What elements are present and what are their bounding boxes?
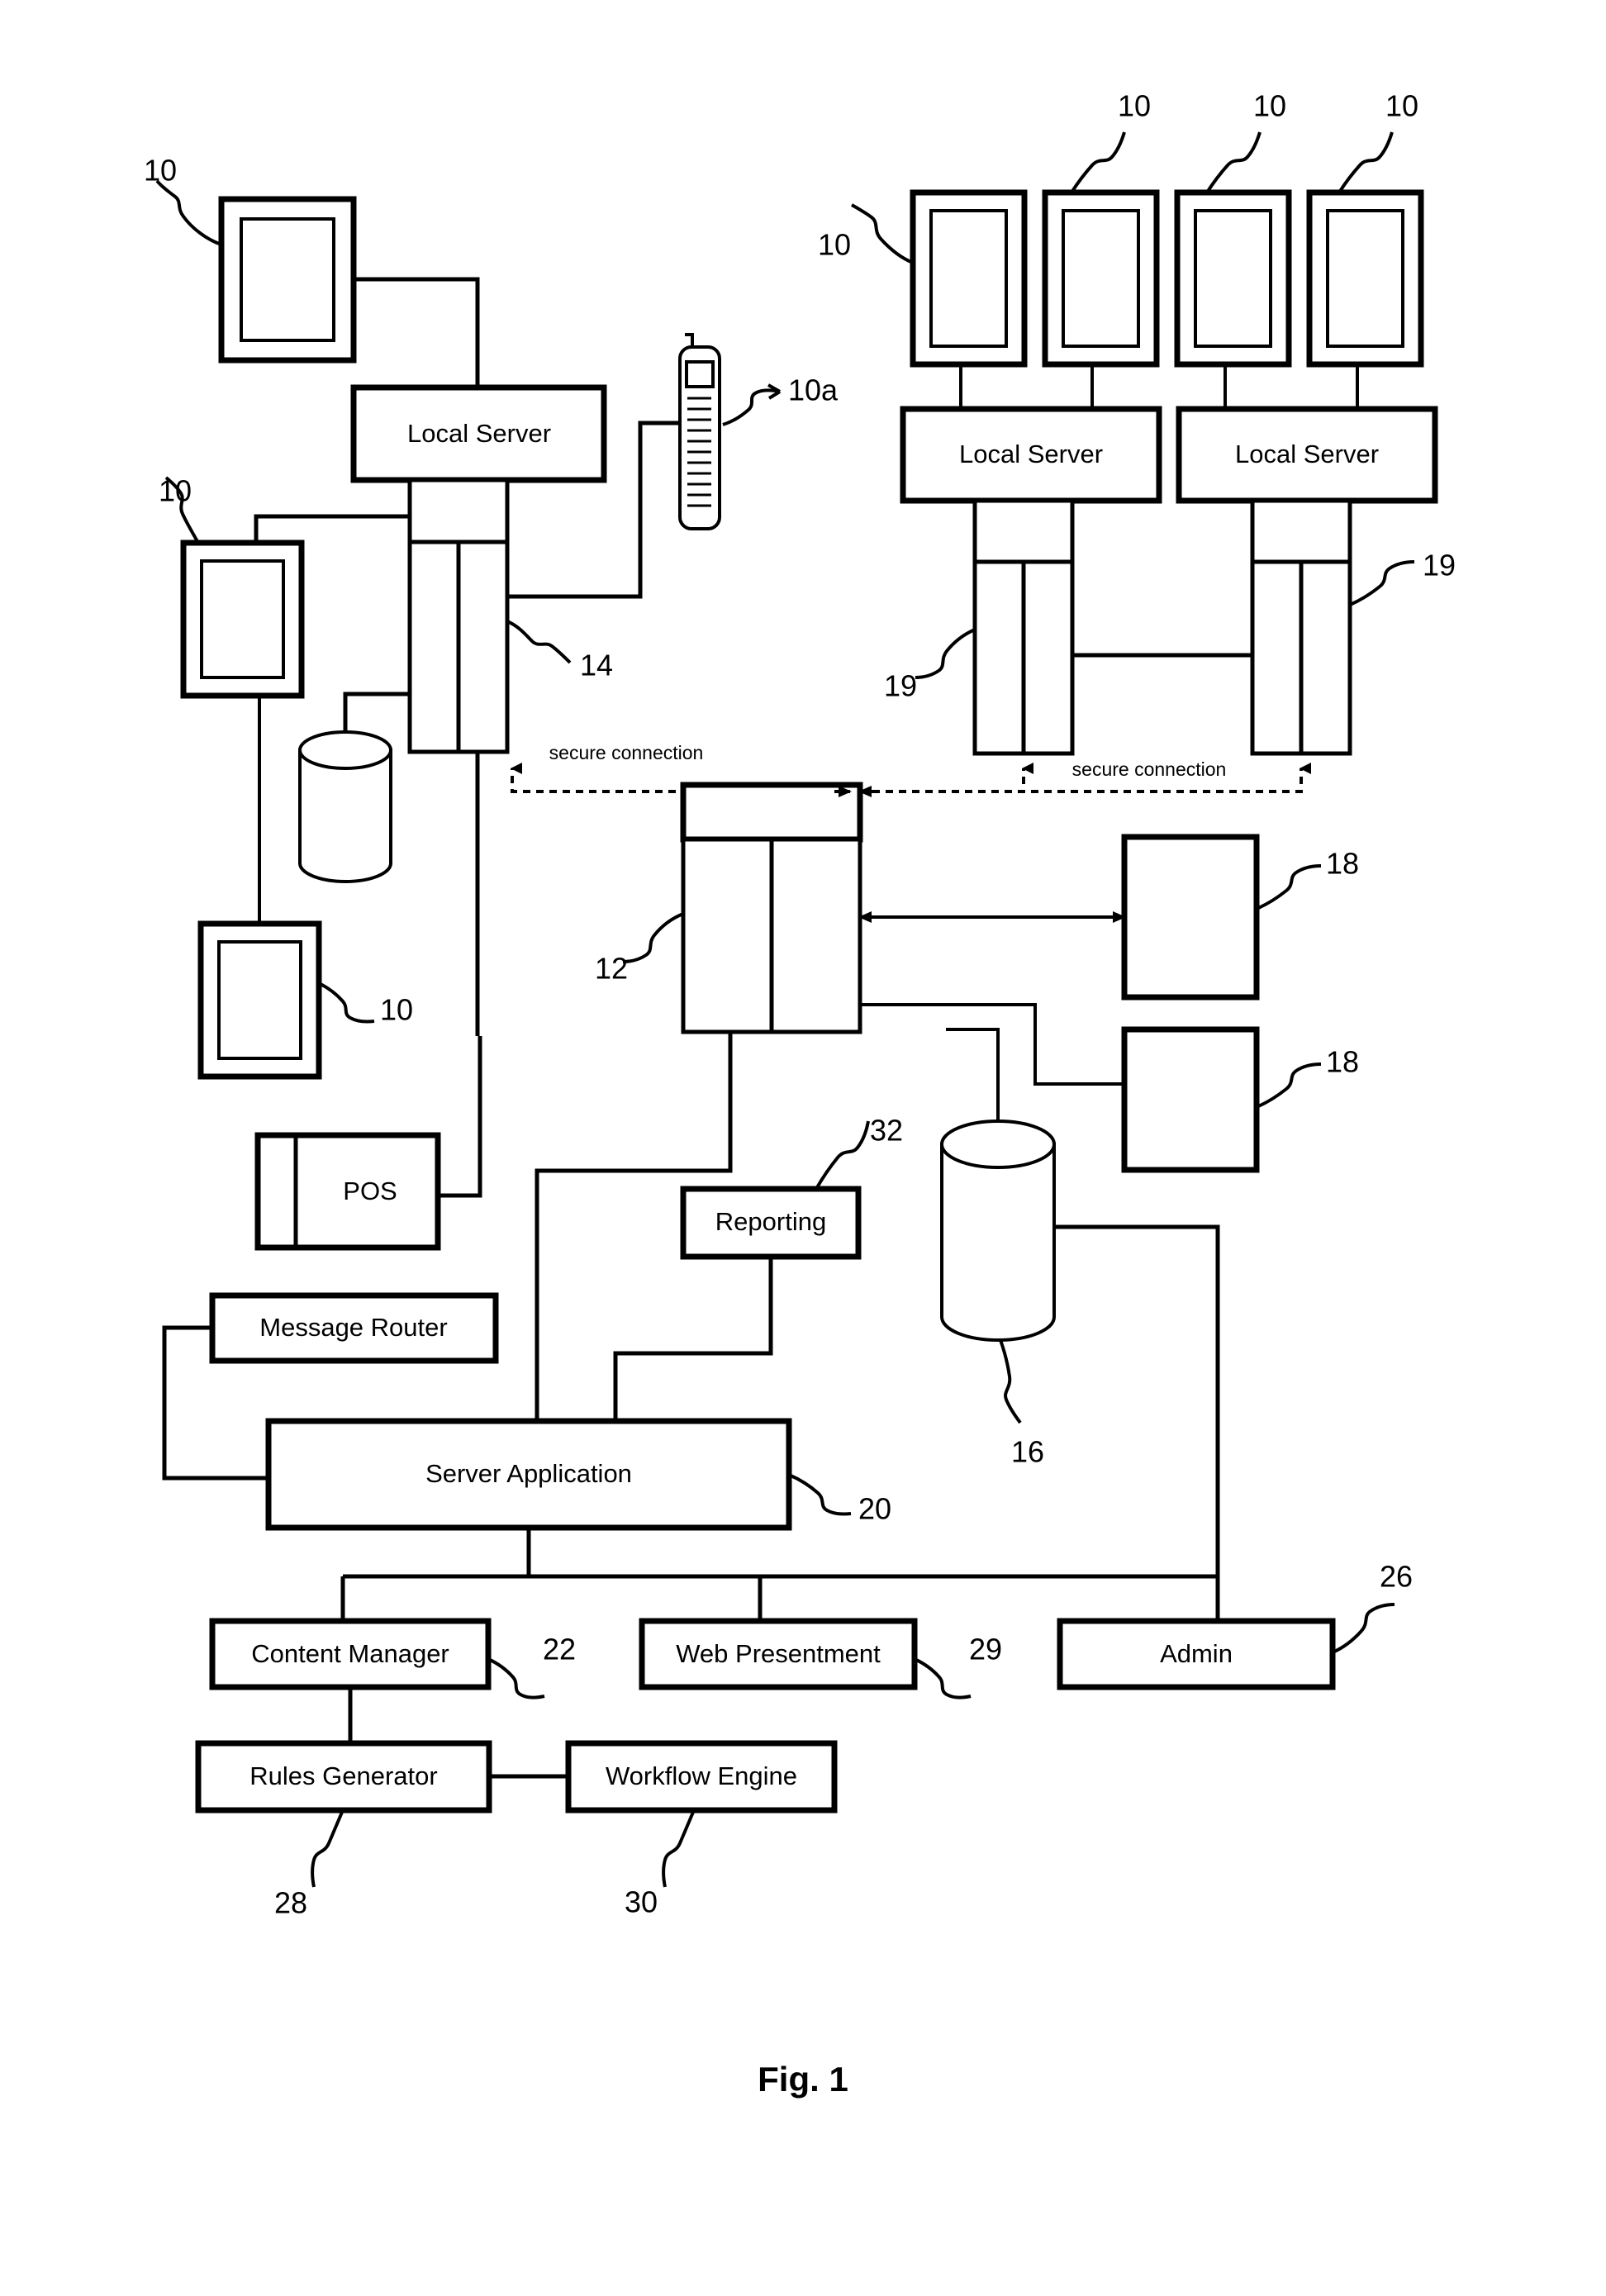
- wire-database-main-top: [946, 1028, 1000, 1121]
- ref-numeral-26: 26: [1380, 1560, 1413, 1594]
- ref-numeral-10-bottom-left: 10: [380, 993, 413, 1027]
- terminal-group-item-2: [1042, 189, 1160, 368]
- terminal-bottom-left: [197, 920, 322, 1080]
- ref-numeral-10-group-third: 10: [1253, 89, 1286, 123]
- local-server-left-box: Local Server: [350, 384, 607, 483]
- ref-lead-terminal-group-fourth: [1338, 131, 1394, 194]
- ref-lead-terminal-bottom-left: [318, 982, 375, 1024]
- pos-label: POS: [343, 1177, 397, 1205]
- reporting-box: Reporting: [680, 1186, 862, 1260]
- wire-pos-to-central: [438, 1036, 482, 1198]
- admin-box: Admin: [1057, 1618, 1336, 1690]
- content-manager-box: Content Manager: [209, 1618, 492, 1690]
- web-presentment-box: Web Presentment: [639, 1618, 918, 1690]
- ref-numeral-10-group-fourth: 10: [1385, 89, 1418, 123]
- ref-lead-terminal-group-third: [1205, 131, 1262, 194]
- web-presentment-label: Web Presentment: [676, 1639, 881, 1668]
- local-server-mid-box: Local Server: [900, 406, 1162, 504]
- database-left-cylinder: [298, 730, 392, 883]
- ref-lead-rules-generator-28: [311, 1809, 344, 1888]
- ref-lead-central-server-12: [622, 912, 684, 963]
- wire-database-left-to-rack: [343, 692, 410, 732]
- ref-numeral-10a: 10a: [788, 373, 839, 407]
- ref-numeral-28: 28: [274, 1886, 307, 1920]
- ref-numeral-10-top-left: 10: [144, 154, 177, 188]
- local-server-mid-label: Local Server: [959, 440, 1103, 468]
- workflow-engine-label: Workflow Engine: [606, 1761, 797, 1790]
- ref-numeral-19-second: 19: [1423, 549, 1456, 582]
- ref-numeral-22: 22: [543, 1633, 576, 1666]
- ref-numeral-18-upper: 18: [1326, 847, 1359, 881]
- ref-numeral-18-lower: 18: [1326, 1045, 1359, 1079]
- ref-lead-rack-right-second-19: [1349, 560, 1415, 606]
- ref-numeral-32: 32: [870, 1114, 903, 1148]
- ref-numeral-12: 12: [595, 952, 628, 986]
- figure-1-diagram: 10 Local Server 14 10a 10 10 10 10 Local…: [144, 89, 1456, 2099]
- ref-numeral-19-first: 19: [884, 669, 917, 703]
- ref-lead-content-manager-22: [487, 1657, 545, 1699]
- content-manager-label: Content Manager: [251, 1639, 449, 1668]
- ref-lead-database-16: [999, 1339, 1022, 1424]
- message-router-label: Message Router: [259, 1313, 447, 1342]
- server-application-box: Server Application: [265, 1418, 792, 1531]
- ref-lead-terminal-group-first: [851, 203, 914, 264]
- patent-figure-root: 10 Local Server 14 10a 10 10 10 10 Local…: [0, 0, 1606, 2296]
- admin-label: Admin: [1160, 1639, 1233, 1668]
- ref-lead-workflow-engine-30: [662, 1809, 696, 1888]
- rack-right-second-19: [1250, 498, 1352, 756]
- ref-lead-external-box-upper-18: [1256, 864, 1322, 910]
- message-router-box: Message Router: [209, 1292, 499, 1364]
- server-application-label: Server Application: [425, 1459, 632, 1488]
- rules-generator-label: Rules Generator: [249, 1761, 437, 1790]
- ref-lead-rack-right-first-19: [915, 628, 976, 679]
- ref-lead-terminal-group-second: [1070, 131, 1126, 194]
- ref-numeral-14: 14: [580, 649, 613, 682]
- wire-database-main-to-admin: [1054, 1224, 1220, 1623]
- wire-terminal-mid-to-rack-left: [254, 514, 410, 543]
- local-server-right-label: Local Server: [1235, 440, 1379, 468]
- ref-numeral-16: 16: [1011, 1435, 1044, 1469]
- ref-lead-reporting-32: [815, 1120, 870, 1190]
- figure-caption: Fig. 1: [758, 2060, 848, 2099]
- terminal-group-right: [910, 189, 1424, 368]
- ref-lead-terminal-top-left: [155, 179, 222, 246]
- mobile-device-10a: [678, 333, 721, 530]
- wire-12-to-18-lower: [860, 1003, 1124, 1086]
- ref-lead-mobile-10a: [722, 383, 782, 426]
- local-server-left-label: Local Server: [407, 419, 551, 448]
- rack-right-first-19: [972, 498, 1075, 756]
- ref-numeral-10-group-first: 10: [818, 228, 851, 262]
- secure-connection-right-label: secure connection: [1072, 758, 1227, 780]
- external-box-lower-18: [1121, 1026, 1260, 1173]
- ref-lead-server-application-20: [788, 1473, 852, 1516]
- wire-reporting-to-server-application: [613, 1257, 773, 1421]
- wire-terminal-to-local-server-left: [354, 277, 480, 387]
- ref-numeral-30: 30: [625, 1885, 658, 1919]
- database-main-cylinder-16: [940, 1119, 1056, 1342]
- ref-lead-admin-26: [1332, 1603, 1395, 1654]
- local-server-right-box: Local Server: [1176, 406, 1438, 504]
- ref-lead-external-box-lower-18: [1256, 1062, 1322, 1109]
- ref-numeral-20: 20: [858, 1492, 891, 1526]
- pos-box: POS: [254, 1132, 441, 1251]
- rules-generator-box: Rules Generator: [195, 1740, 492, 1814]
- terminal-group-item-4: [1306, 189, 1424, 368]
- ref-lead-rack-14: [506, 620, 572, 664]
- reporting-label: Reporting: [715, 1207, 826, 1236]
- terminal-top-left: [218, 196, 357, 364]
- rack-left-14: [407, 478, 510, 754]
- terminal-group-item-3: [1174, 189, 1292, 368]
- ref-numeral-10-mid-left: 10: [159, 474, 192, 508]
- central-server-12: [680, 782, 863, 1034]
- ref-numeral-29: 29: [969, 1633, 1002, 1666]
- external-box-upper-18: [1121, 834, 1260, 1001]
- workflow-engine-box: Workflow Engine: [565, 1740, 838, 1814]
- secure-connection-left-label: secure connection: [549, 742, 704, 763]
- ref-lead-web-presentment-29: [914, 1657, 972, 1699]
- terminal-mid-left: [180, 540, 305, 699]
- ref-numeral-10-group-second: 10: [1118, 89, 1151, 123]
- secure-connection-right-path-a: [859, 763, 1033, 793]
- terminal-group-item-1: [910, 189, 1028, 368]
